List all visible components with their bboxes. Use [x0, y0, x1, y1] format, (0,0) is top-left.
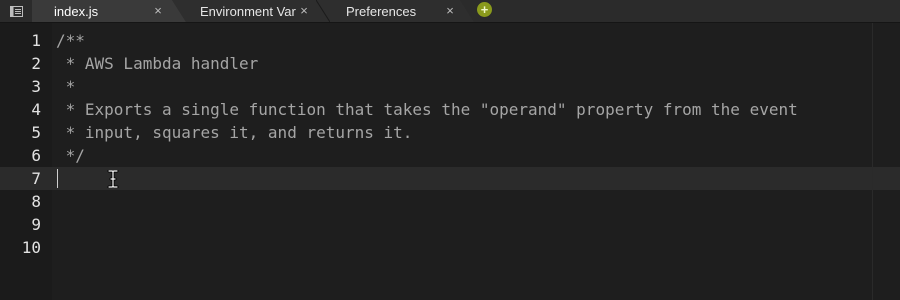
line-number: 10	[21, 238, 41, 257]
code-line[interactable]: 2 * AWS Lambda handler	[0, 52, 900, 75]
code-line[interactable]: 1 /**	[0, 29, 900, 52]
line-number: 1	[31, 31, 41, 50]
menu-toggle-icon[interactable]	[0, 0, 32, 22]
code-line[interactable]: 3 *	[0, 75, 900, 98]
line-number: 3	[31, 77, 41, 96]
line-number: 2	[31, 54, 41, 73]
close-icon[interactable]: ×	[443, 4, 457, 18]
close-icon[interactable]: ×	[151, 4, 165, 18]
code-line-text: */	[56, 146, 85, 165]
close-icon[interactable]: ×	[297, 4, 311, 18]
line-number: 6	[31, 146, 41, 165]
line-number: 8	[31, 192, 41, 211]
code-line-text: * AWS Lambda handler	[56, 54, 259, 73]
code-line[interactable]: 9	[0, 213, 900, 236]
tab-environment-variables[interactable]: Environment Var ×	[186, 0, 316, 22]
code-line-text: * input, squares it, and returns it.	[56, 123, 413, 142]
tab-label: Preferences	[346, 3, 417, 19]
tab-preferences[interactable]: Preferences ×	[330, 0, 460, 22]
tab-label: Environment Var	[200, 3, 296, 19]
tab-index-js[interactable]: index.js ×	[32, 0, 172, 22]
line-number: 9	[31, 215, 41, 234]
tab-bar: index.js × Environment Var × Preferences…	[0, 0, 900, 23]
tab-separator	[172, 0, 186, 22]
tab-separator	[460, 0, 474, 22]
ibeam-cursor-icon	[107, 170, 119, 188]
code-line[interactable]: 5 * input, squares it, and returns it.	[0, 121, 900, 144]
line-number: 4	[31, 100, 41, 119]
line-number: 7	[31, 169, 41, 188]
code-line[interactable]: 10	[0, 236, 900, 259]
tab-label: index.js	[54, 3, 99, 19]
line-number: 5	[31, 123, 41, 142]
code-editor[interactable]: 1 /** 2 * AWS Lambda handler 3 * 4 * Exp…	[0, 23, 900, 300]
code-line[interactable]: 6 */	[0, 144, 900, 167]
code-line-text: *	[56, 77, 76, 96]
code-line-text: /**	[56, 31, 85, 50]
add-tab-button[interactable]: +	[477, 2, 492, 17]
tab-separator	[316, 0, 330, 22]
code-line[interactable]: 8	[0, 190, 900, 213]
text-caret	[57, 169, 58, 188]
code-line-active[interactable]: 7	[0, 167, 900, 190]
code-line-text: * Exports a single function that takes t…	[56, 100, 798, 119]
code-line[interactable]: 4 * Exports a single function that takes…	[0, 98, 900, 121]
